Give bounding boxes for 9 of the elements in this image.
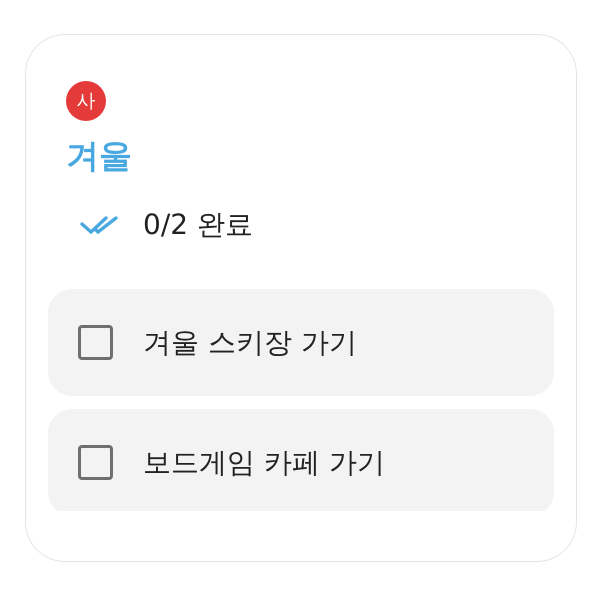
list-title: 겨울 bbox=[66, 135, 133, 177]
avatar: 사 bbox=[66, 81, 106, 121]
task-label: 겨울 스키장 가기 bbox=[143, 324, 357, 360]
checkbox[interactable] bbox=[78, 325, 113, 360]
progress-text: 0/2 완료 bbox=[143, 207, 253, 243]
task-item[interactable]: 겨울 스키장 가기 bbox=[48, 289, 554, 396]
task-item[interactable]: 보드게임 카페 가기 bbox=[48, 409, 554, 511]
task-label: 보드게임 카페 가기 bbox=[143, 444, 385, 480]
checkbox[interactable] bbox=[78, 445, 113, 480]
